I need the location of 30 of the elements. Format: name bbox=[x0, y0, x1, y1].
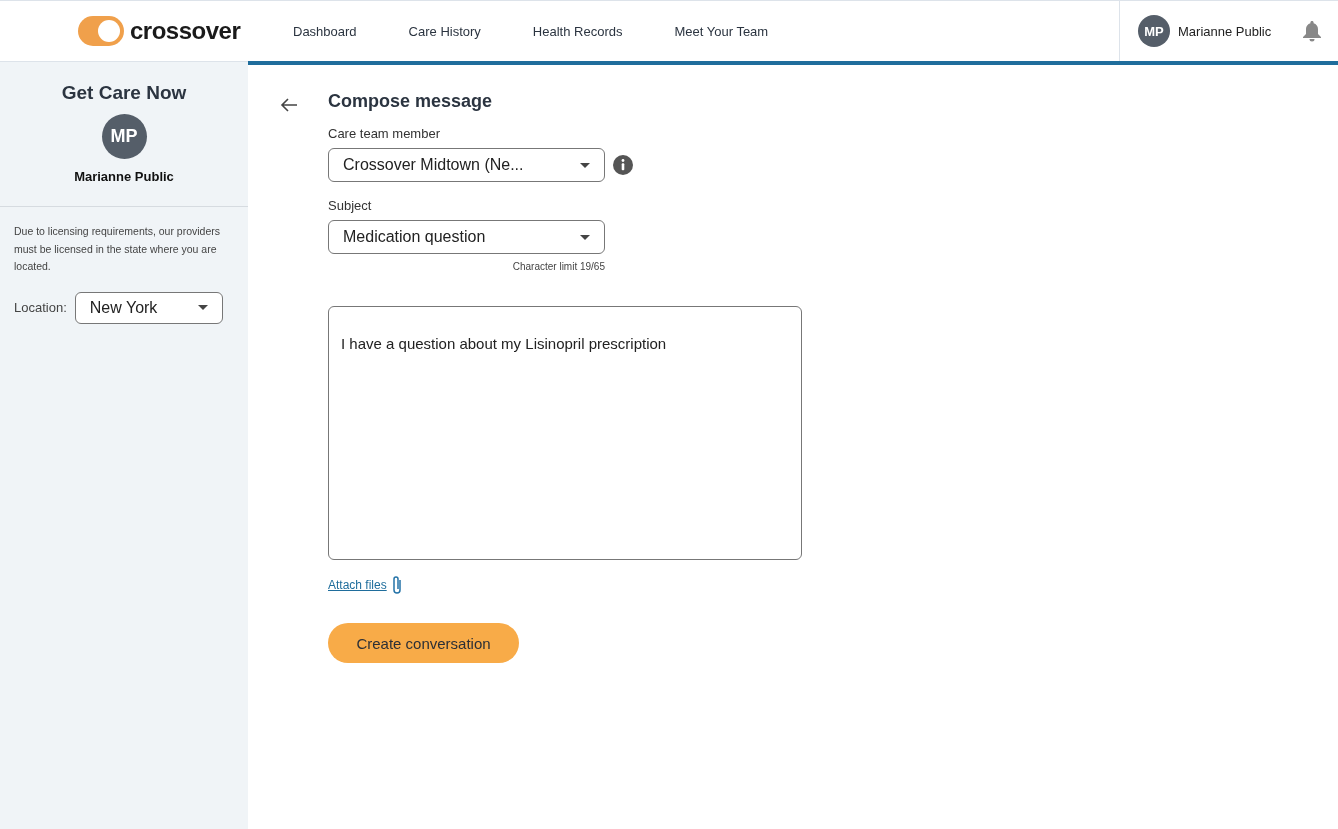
location-dropdown[interactable]: New York bbox=[74, 291, 223, 324]
bell-icon[interactable] bbox=[1302, 20, 1322, 42]
avatar: MP bbox=[101, 114, 147, 159]
field-label: Care team member bbox=[328, 126, 441, 141]
patient-name: Marianne Public bbox=[74, 169, 174, 184]
caret-icon bbox=[197, 305, 208, 310]
logo-text[interactable]: crossover bbox=[130, 17, 241, 45]
nav-link[interactable]: Care History bbox=[408, 23, 481, 39]
nav-link[interactable]: Meet Your Team bbox=[674, 23, 769, 39]
paperclip-icon[interactable] bbox=[390, 575, 403, 595]
create-conversation-button[interactable]: Create conversation bbox=[328, 623, 519, 663]
avatar[interactable]: MP bbox=[1138, 15, 1170, 47]
nav-link[interactable]: Health Records bbox=[532, 23, 623, 39]
caret-icon bbox=[580, 234, 590, 240]
sidebar-title: Get Care Now bbox=[61, 82, 187, 104]
field-label: Subject bbox=[328, 198, 373, 213]
back-arrow-icon[interactable] bbox=[280, 97, 298, 113]
caret-icon bbox=[580, 162, 590, 168]
user-name[interactable]: Marianne Public bbox=[1178, 23, 1272, 39]
toggle-logo-icon bbox=[78, 16, 124, 46]
character-limit: Character limit 19/65 bbox=[512, 261, 605, 272]
message-field[interactable]: I have a question about my Lisinopril prescription bbox=[328, 306, 802, 560]
info-icon[interactable] bbox=[613, 155, 633, 175]
location-label: Location: bbox=[14, 300, 67, 315]
nav-link[interactable]: Dashboard bbox=[293, 23, 357, 39]
subject-dropdown[interactable]: Medication question bbox=[328, 220, 605, 254]
page-title: Compose message bbox=[328, 91, 494, 112]
licensing-notice: Due to licensing requirements, our providers must be licensed in the state where you are located. bbox=[14, 224, 222, 274]
attach-files-link[interactable]: Attach files bbox=[328, 578, 387, 592]
care-team-dropdown[interactable]: Crossover Midtown (Ne... bbox=[328, 148, 605, 182]
